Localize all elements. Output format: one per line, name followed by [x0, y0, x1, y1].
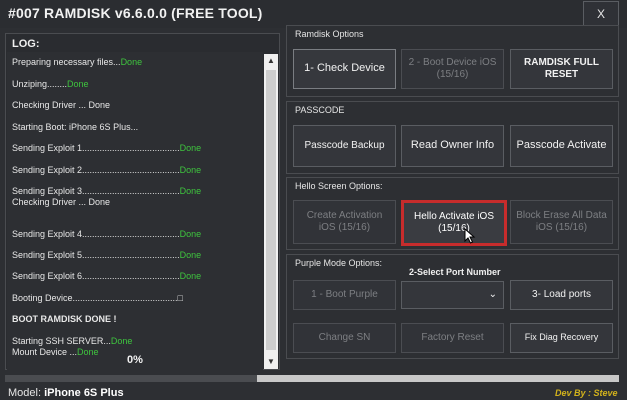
- log-panel: LOG: Preparing necessary files...Done Un…: [5, 33, 280, 370]
- port-number-label: 2-Select Port Number: [409, 267, 501, 277]
- fix-diag-recovery-button[interactable]: Fix Diag Recovery: [510, 323, 613, 353]
- log-output: Preparing necessary files...Done Unzipin…: [7, 52, 263, 370]
- create-activation-button[interactable]: Create Activation iOS (15/16): [293, 200, 396, 244]
- check-device-button[interactable]: 1- Check Device: [293, 49, 396, 89]
- log-line: Checking Driver ... Done: [12, 100, 111, 110]
- port-select[interactable]: ⌄: [401, 281, 504, 309]
- model-value: iPhone 6S Plus: [44, 387, 124, 399]
- boot-purple-button[interactable]: 1 - Boot Purple: [293, 280, 396, 310]
- passcode-title: PASSCODE: [295, 105, 345, 115]
- title-bar: #007 RAMDISK v6.6.0.0 (FREE TOOL) X: [0, 0, 627, 28]
- ramdisk-full-reset-button[interactable]: RAMDISK FULL RESET: [510, 49, 613, 89]
- ramdisk-options-title: Ramdisk Options: [295, 29, 364, 39]
- progress-bar: [5, 375, 619, 382]
- close-button[interactable]: X: [583, 1, 619, 27]
- load-ports-button[interactable]: 3- Load ports: [510, 280, 613, 310]
- purple-mode-title: Purple Mode Options:: [295, 258, 383, 268]
- progress-fill: [5, 375, 257, 382]
- passcode-backup-button[interactable]: Passcode Backup: [293, 125, 396, 167]
- change-sn-button[interactable]: Change SN: [293, 323, 396, 353]
- mouse-cursor-icon: [464, 228, 476, 244]
- log-line: Sending Exploit 3.......................…: [12, 186, 202, 196]
- read-owner-info-button[interactable]: Read Owner Info: [401, 125, 504, 167]
- passcode-group: PASSCODE Passcode Backup Read Owner Info…: [286, 101, 619, 174]
- hello-activate-button[interactable]: Hello Activate iOS (15/16): [401, 200, 507, 246]
- model-label: Model:: [8, 387, 42, 399]
- boot-device-button[interactable]: 2 - Boot Device iOS (15/16): [401, 49, 504, 89]
- log-line: BOOT RAMDISK DONE !: [12, 314, 117, 324]
- log-line: Sending Exploit 4.......................…: [12, 229, 202, 239]
- log-line: Sending Exploit 5.......................…: [12, 250, 202, 260]
- log-header: LOG:: [12, 38, 40, 50]
- log-line: Preparing necessary files...Done: [12, 57, 143, 67]
- log-line: Checking Driver ... Done: [12, 197, 111, 207]
- ramdisk-options-group: Ramdisk Options 1- Check Device 2 - Boot…: [286, 25, 619, 97]
- log-scrollbar[interactable]: ▲ ▼: [264, 54, 278, 369]
- log-line: Starting SSH SERVER...Done: [12, 336, 133, 346]
- purple-mode-group: Purple Mode Options: 2-Select Port Numbe…: [286, 254, 619, 359]
- log-line: Starting Boot: iPhone 6S Plus...: [12, 122, 139, 132]
- log-line: Booting Device..........................…: [12, 293, 183, 303]
- hello-screen-group: Hello Screen Options: Create Activation …: [286, 177, 619, 250]
- log-line: Unziping........Done: [12, 79, 89, 89]
- window-title: #007 RAMDISK v6.6.0.0 (FREE TOOL): [8, 5, 263, 21]
- developer-credit: Dev By : Steve: [555, 388, 618, 398]
- model-status: Model: iPhone 6S Plus: [8, 387, 124, 399]
- block-erase-button[interactable]: Block Erase All Data iOS (15/16): [510, 200, 613, 244]
- factory-reset-button[interactable]: Factory Reset: [401, 323, 504, 353]
- hello-screen-title: Hello Screen Options:: [295, 181, 383, 191]
- scroll-thumb[interactable]: [266, 70, 276, 350]
- scroll-down-icon[interactable]: ▼: [264, 355, 278, 369]
- log-line: Sending Exploit 2.......................…: [12, 165, 202, 175]
- scroll-up-icon[interactable]: ▲: [264, 54, 278, 68]
- log-percent: 0%: [127, 354, 143, 366]
- log-line: Sending Exploit 1.......................…: [12, 143, 202, 153]
- passcode-activate-button[interactable]: Passcode Activate: [510, 125, 613, 167]
- chevron-down-icon: ⌄: [488, 289, 497, 300]
- log-line: Sending Exploit 6.......................…: [12, 271, 202, 281]
